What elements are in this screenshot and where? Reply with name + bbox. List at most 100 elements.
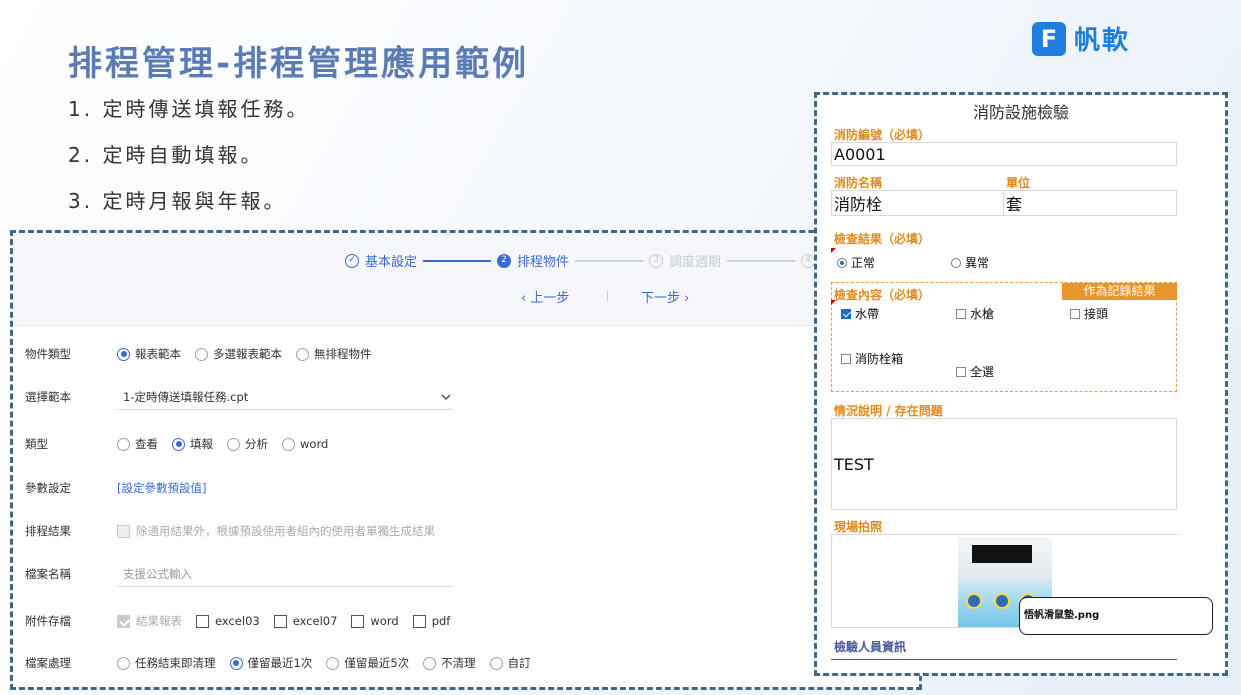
chevron-down-icon bbox=[441, 393, 451, 400]
bullet-list: 1. 定時傳送填報任務。 2. 定時自動填報。 3. 定時月報與年報。 bbox=[68, 95, 309, 233]
radio-fill[interactable]: 填報 bbox=[172, 436, 213, 452]
radio-report-template[interactable]: 報表範本 bbox=[117, 346, 181, 362]
radio-icon bbox=[837, 257, 847, 268]
checkbox-pdf[interactable]: pdf bbox=[412, 614, 451, 628]
params-field: [設定參數預設值] bbox=[117, 480, 206, 496]
radio-view[interactable]: 查看 bbox=[117, 436, 158, 452]
set-param-defaults-link[interactable]: [設定參數預設值] bbox=[117, 480, 206, 496]
field-label: 物件類型 bbox=[25, 347, 71, 361]
radio-label: 報表範本 bbox=[135, 347, 181, 361]
radio-label: 填報 bbox=[190, 437, 213, 451]
checkbox-icon bbox=[1070, 308, 1080, 319]
radio-clean-on-end[interactable]: 任務結束即清理 bbox=[117, 655, 216, 671]
radio-icon bbox=[117, 347, 130, 361]
radio-label: 自訂 bbox=[507, 656, 531, 670]
filename-input[interactable]: 支援公式輸入 bbox=[117, 561, 453, 587]
radio-icon bbox=[172, 437, 185, 451]
monitor-shape bbox=[972, 545, 1032, 563]
checkbox-icon bbox=[956, 366, 966, 377]
checkbox-nozzle[interactable]: 水槍 bbox=[956, 305, 994, 322]
radio-label: word bbox=[300, 437, 329, 451]
step-number: 2 bbox=[497, 253, 512, 268]
radio-icon bbox=[117, 437, 130, 451]
step-number: 4 bbox=[801, 253, 816, 268]
checkbox-icon bbox=[273, 614, 287, 628]
radio-abnormal[interactable]: 異常 bbox=[951, 254, 989, 271]
radio-word[interactable]: word bbox=[282, 437, 328, 451]
step-label: 排程物件 bbox=[517, 255, 570, 270]
wizard-steps: ✓ 基本設定 2 排程物件 3 調度週期 4 bbox=[345, 251, 816, 270]
radio-icon bbox=[117, 656, 130, 670]
field-label: 檔案處理 bbox=[25, 656, 71, 670]
step-4[interactable]: 4 bbox=[801, 253, 816, 268]
radio-multi-template[interactable]: 多選報表範本 bbox=[195, 346, 282, 362]
object-type-radio-group: 報表範本 多選報表範本 無排程物件 bbox=[117, 346, 386, 362]
radio-label: 正常 bbox=[851, 256, 876, 270]
slide-title: 排程管理-排程管理應用範例 bbox=[68, 44, 530, 84]
step-connector bbox=[575, 259, 644, 262]
filename-field: 支援公式輸入 bbox=[117, 561, 453, 587]
radio-icon bbox=[326, 656, 340, 670]
fire-id-input[interactable]: A0001 bbox=[831, 142, 1177, 166]
checkbox-excel07[interactable]: excel07 bbox=[273, 614, 338, 628]
checkbox-icon bbox=[841, 353, 851, 364]
field-label: 類型 bbox=[25, 437, 48, 451]
result-field: 除通用結果外，根據預設使用者組內的使用者單獨生成結果 bbox=[117, 523, 435, 539]
template-select-value: 1-定時傳送填報任務.cpt bbox=[123, 389, 249, 404]
checkbox-word[interactable]: word bbox=[351, 614, 399, 628]
radio-label: 異常 bbox=[965, 256, 990, 270]
bullet-item: 1. 定時傳送填報任務。 bbox=[68, 97, 310, 121]
field-label: 檔案名稱 bbox=[25, 567, 71, 581]
radio-icon bbox=[296, 347, 309, 361]
checkbox-icon bbox=[412, 614, 426, 628]
result-label: 檢查結果（必填） bbox=[834, 232, 931, 246]
required-marker bbox=[831, 248, 836, 253]
radio-label: 多選報表範本 bbox=[213, 347, 282, 361]
radio-label: 僅留最近1次 bbox=[247, 656, 313, 670]
type-radio-group: 查看 填報 分析 word bbox=[117, 436, 342, 452]
template-select[interactable]: 1-定時傳送填報任務.cpt bbox=[117, 384, 453, 410]
photo-label: 現場拍照 bbox=[834, 520, 883, 534]
check-icon: ✓ bbox=[345, 253, 359, 268]
checkbox-result-report[interactable]: 結果報表 bbox=[117, 613, 182, 629]
radio-normal[interactable]: 正常 bbox=[837, 254, 875, 271]
inspector-divider bbox=[831, 659, 1177, 660]
id-label: 消防編號（必填） bbox=[834, 128, 931, 142]
step-basic-settings[interactable]: ✓ 基本設定 bbox=[345, 251, 417, 270]
prev-step-button[interactable]: ‹ 上一步 bbox=[521, 287, 569, 306]
checkbox-icon bbox=[117, 614, 130, 628]
radio-keep-last-5[interactable]: 僅留最近5次 bbox=[326, 655, 409, 671]
step-schedule-cycle[interactable]: 3 調度週期 bbox=[649, 251, 721, 270]
result-checkbox[interactable] bbox=[117, 524, 130, 538]
fire-inspection-form: 消防設施檢驗 消防編號（必填） A0001 消防名稱 單位 消防栓 套 檢查結果… bbox=[814, 92, 1228, 676]
record-result-button[interactable]: 作為記錄結果 bbox=[1062, 283, 1177, 300]
fire-name-input[interactable]: 消防栓 bbox=[831, 190, 1005, 216]
checkbox-label: 結果報表 bbox=[136, 614, 182, 628]
radio-no-object[interactable]: 無排程物件 bbox=[296, 346, 372, 362]
field-label: 選擇範本 bbox=[25, 390, 71, 404]
radio-label: 無排程物件 bbox=[314, 347, 372, 361]
radio-custom[interactable]: 自訂 bbox=[489, 655, 531, 671]
required-marker bbox=[831, 300, 836, 305]
step-number: 3 bbox=[649, 253, 664, 268]
description-textarea[interactable]: TEST bbox=[831, 418, 1177, 510]
checkbox-label: excel07 bbox=[292, 614, 338, 628]
photo-filename-tooltip: 悟帆滑鼠墊.png bbox=[1019, 597, 1213, 635]
radio-analysis[interactable]: 分析 bbox=[227, 436, 268, 452]
step-schedule-object[interactable]: 2 排程物件 bbox=[497, 251, 569, 270]
unit-input[interactable]: 套 bbox=[1003, 190, 1177, 216]
next-step-button[interactable]: 下一步 › bbox=[641, 287, 689, 306]
attachment-options: 結果報表 excel03 excel07 word pdf bbox=[117, 613, 464, 629]
checkbox-label: pdf bbox=[431, 614, 451, 628]
checkbox-select-all[interactable]: 全選 bbox=[956, 363, 994, 380]
checkbox-hydrant-box[interactable]: 消防栓箱 bbox=[841, 350, 903, 367]
checkbox-hose[interactable]: 水帶 bbox=[841, 305, 879, 322]
checkbox-excel03[interactable]: excel03 bbox=[196, 614, 260, 628]
logo-text: 帆軟 bbox=[1074, 26, 1131, 56]
radio-no-clean[interactable]: 不清理 bbox=[423, 655, 476, 671]
mascot-shape bbox=[994, 593, 1010, 609]
field-label: 排程結果 bbox=[25, 524, 71, 538]
radio-keep-last-1[interactable]: 僅留最近1次 bbox=[229, 655, 313, 671]
bullet-item: 3. 定時月報與年報。 bbox=[68, 189, 287, 213]
checkbox-connector[interactable]: 接頭 bbox=[1070, 305, 1108, 322]
